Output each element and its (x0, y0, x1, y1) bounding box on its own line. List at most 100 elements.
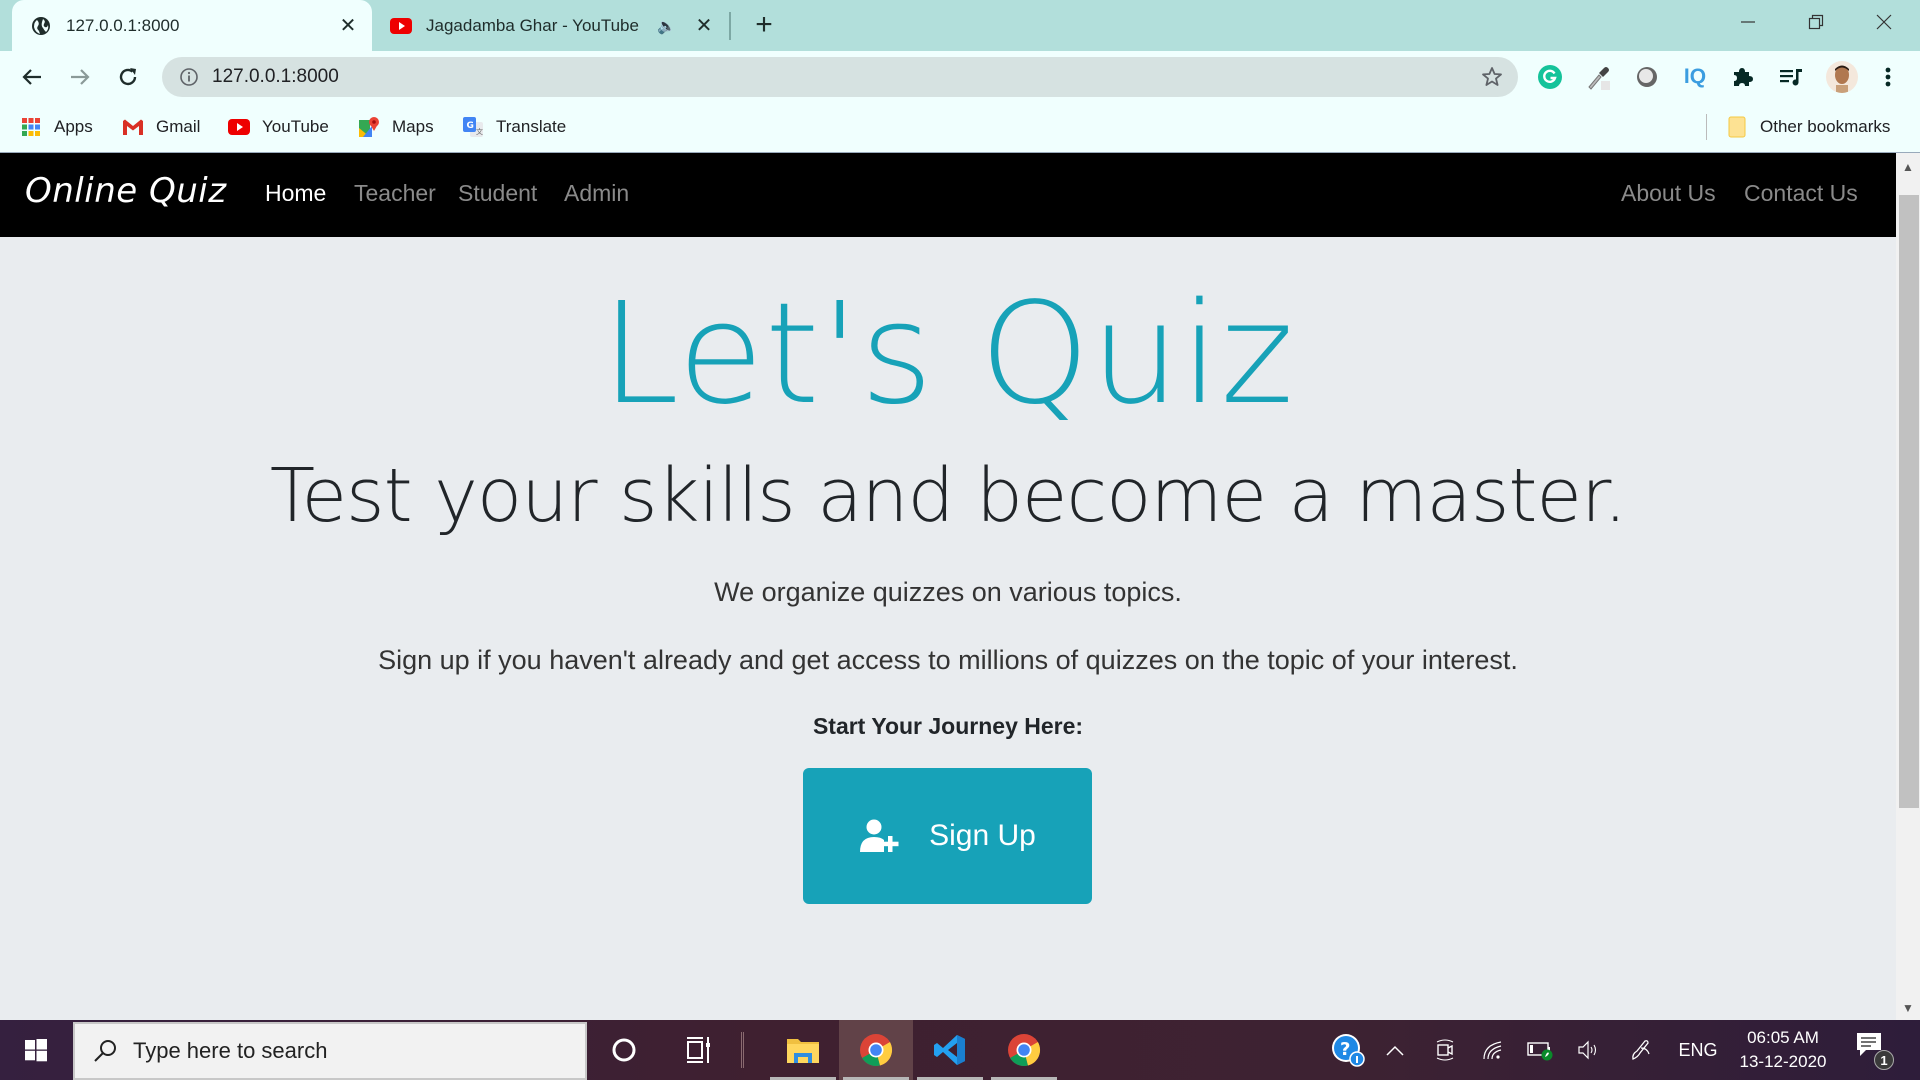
nav-teacher[interactable]: Teacher (354, 180, 436, 207)
hero-lead-topics: We organize quizzes on various topics. (714, 577, 1182, 607)
taskbar-search-box[interactable]: Type here to search (73, 1022, 587, 1080)
hero-lead-signup: Sign up if you haven't already and get a… (378, 645, 1518, 675)
speaker-icon[interactable]: 🔈 (657, 17, 676, 35)
volume-icon[interactable] (1572, 1020, 1606, 1080)
tab-separator (729, 12, 731, 40)
nav-contact-us[interactable]: Contact Us (1744, 180, 1858, 207)
brand-logo[interactable]: Online Quiz (25, 171, 227, 211)
youtube-icon (390, 15, 412, 37)
url-text[interactable]: 127.0.0.1:8000 (212, 66, 339, 88)
clock-date: 13-12-2020 (1739, 1052, 1827, 1071)
nav-admin[interactable]: Admin (564, 180, 629, 207)
battery-icon[interactable] (1524, 1020, 1558, 1080)
chrome-button[interactable] (987, 1020, 1061, 1080)
show-hidden-icons-chevron-icon[interactable] (1380, 1020, 1410, 1080)
iq-icon[interactable]: IQ (1681, 63, 1709, 91)
windows-taskbar: Type here to search ? ENG 06:05 AM 13-12… (0, 1020, 1920, 1080)
close-tab-icon[interactable]: ✕ (692, 14, 716, 38)
vscode-button[interactable] (913, 1020, 987, 1080)
color-picker-icon[interactable] (1585, 63, 1613, 91)
scroll-up-arrow-icon[interactable]: ▲ (1896, 157, 1920, 177)
grammarly-icon[interactable] (1536, 63, 1564, 91)
action-center-button[interactable]: 1 (1854, 1030, 1894, 1070)
sign-up-button[interactable]: Sign Up (803, 768, 1092, 904)
page-viewport: Online Quiz Home Teacher Student Admin A… (0, 153, 1896, 1020)
bookmark-apps[interactable]: Apps (20, 115, 93, 139)
youtube-icon (228, 116, 250, 138)
nav-student[interactable]: Student (458, 180, 537, 207)
windows-logo-icon (25, 1039, 47, 1062)
taskbar-divider (741, 1032, 744, 1068)
search-icon (91, 1037, 119, 1065)
svg-text:文: 文 (476, 127, 483, 136)
browser-toolbar: 127.0.0.1:8000 IQ (0, 51, 1920, 102)
bookmark-label: Other bookmarks (1760, 117, 1891, 136)
address-bar[interactable]: 127.0.0.1:8000 (162, 57, 1518, 97)
pen-workspace-icon[interactable] (1624, 1020, 1658, 1080)
bookmark-label: Maps (392, 117, 434, 136)
apps-grid-icon (20, 116, 42, 138)
file-explorer-button[interactable] (766, 1020, 840, 1080)
new-tab-button[interactable]: + (748, 10, 780, 42)
journey-label: Start Your Journey Here: (812, 713, 1084, 739)
chrome-icon (1008, 1034, 1041, 1067)
bookmarks-separator (1706, 114, 1707, 140)
forward-button[interactable] (64, 61, 96, 93)
sign-up-label: Sign Up (929, 819, 1036, 852)
bookmark-label: Gmail (156, 117, 201, 136)
dark-mode-icon[interactable] (1633, 63, 1661, 91)
minimize-button[interactable] (1720, 0, 1776, 44)
start-button[interactable] (0, 1020, 72, 1080)
bookmark-star-icon[interactable] (1480, 65, 1504, 89)
scroll-down-arrow-icon[interactable]: ▼ (1896, 998, 1920, 1018)
bookmark-label: Apps (54, 117, 93, 136)
page-scrollbar[interactable]: ▲ ▼ (1896, 153, 1920, 1020)
bookmarks-bar: Apps Gmail YouTube Maps G文 Translate Oth… (0, 102, 1920, 153)
wifi-icon[interactable] (1476, 1020, 1510, 1080)
tab-title: Jagadamba Ghar - YouTube (426, 15, 639, 35)
bookmark-label: Translate (496, 117, 567, 136)
hero-subtitle: Test your skills and become a master. (269, 453, 1627, 539)
svg-text:?: ? (1340, 1039, 1350, 1060)
help-tray-icon[interactable]: ? (1326, 1020, 1370, 1080)
chrome-button-active[interactable] (839, 1020, 913, 1080)
svg-text:G: G (467, 121, 474, 131)
cortana-button[interactable] (587, 1020, 661, 1080)
notification-count-badge: 1 (1874, 1050, 1894, 1070)
site-navbar: Online Quiz Home Teacher Student Admin A… (0, 153, 1896, 237)
language-indicator[interactable]: ENG (1672, 1020, 1724, 1080)
bookmark-other[interactable]: Other bookmarks (1726, 115, 1890, 139)
hero-title: Let's Quiz (601, 273, 1295, 436)
reload-button[interactable] (112, 61, 144, 93)
bookmark-label: YouTube (262, 117, 329, 136)
meet-now-icon[interactable] (1428, 1020, 1462, 1080)
clock-time: 06:05 AM (1747, 1028, 1819, 1047)
scrollbar-thumb[interactable] (1899, 195, 1919, 808)
search-placeholder: Type here to search (133, 1038, 328, 1063)
tab-title: 127.0.0.1:8000 (66, 15, 180, 35)
bookmark-translate[interactable]: G文 Translate (462, 115, 566, 139)
folder-icon (1726, 116, 1748, 138)
nav-home[interactable]: Home (265, 180, 326, 207)
cortana-icon (612, 1038, 636, 1062)
close-window-button[interactable] (1856, 0, 1912, 44)
vscode-icon (934, 1035, 965, 1065)
restore-button[interactable] (1788, 0, 1844, 44)
file-explorer-icon (787, 1039, 819, 1063)
nav-about-us[interactable]: About Us (1621, 180, 1716, 207)
media-control-icon[interactable] (1777, 63, 1805, 91)
extensions-puzzle-icon[interactable] (1729, 63, 1757, 91)
task-view-button[interactable] (661, 1020, 735, 1080)
menu-kebab-icon[interactable] (1874, 63, 1902, 91)
info-icon[interactable] (178, 66, 200, 88)
tab-localhost[interactable]: 127.0.0.1:8000 ✕ (12, 0, 372, 51)
profile-avatar[interactable] (1826, 61, 1858, 93)
system-clock[interactable]: 06:05 AM 13-12-2020 (1728, 1026, 1838, 1074)
tab-strip: 127.0.0.1:8000 ✕ Jagadamba Ghar - YouTub… (0, 0, 1920, 51)
bookmark-youtube[interactable]: YouTube (228, 115, 329, 139)
back-button[interactable] (16, 61, 48, 93)
close-tab-icon[interactable]: ✕ (336, 14, 360, 38)
bookmark-gmail[interactable]: Gmail (122, 115, 200, 139)
tab-youtube[interactable]: Jagadamba Ghar - YouTube 🔈 ✕ (378, 0, 728, 51)
bookmark-maps[interactable]: Maps (358, 115, 434, 139)
